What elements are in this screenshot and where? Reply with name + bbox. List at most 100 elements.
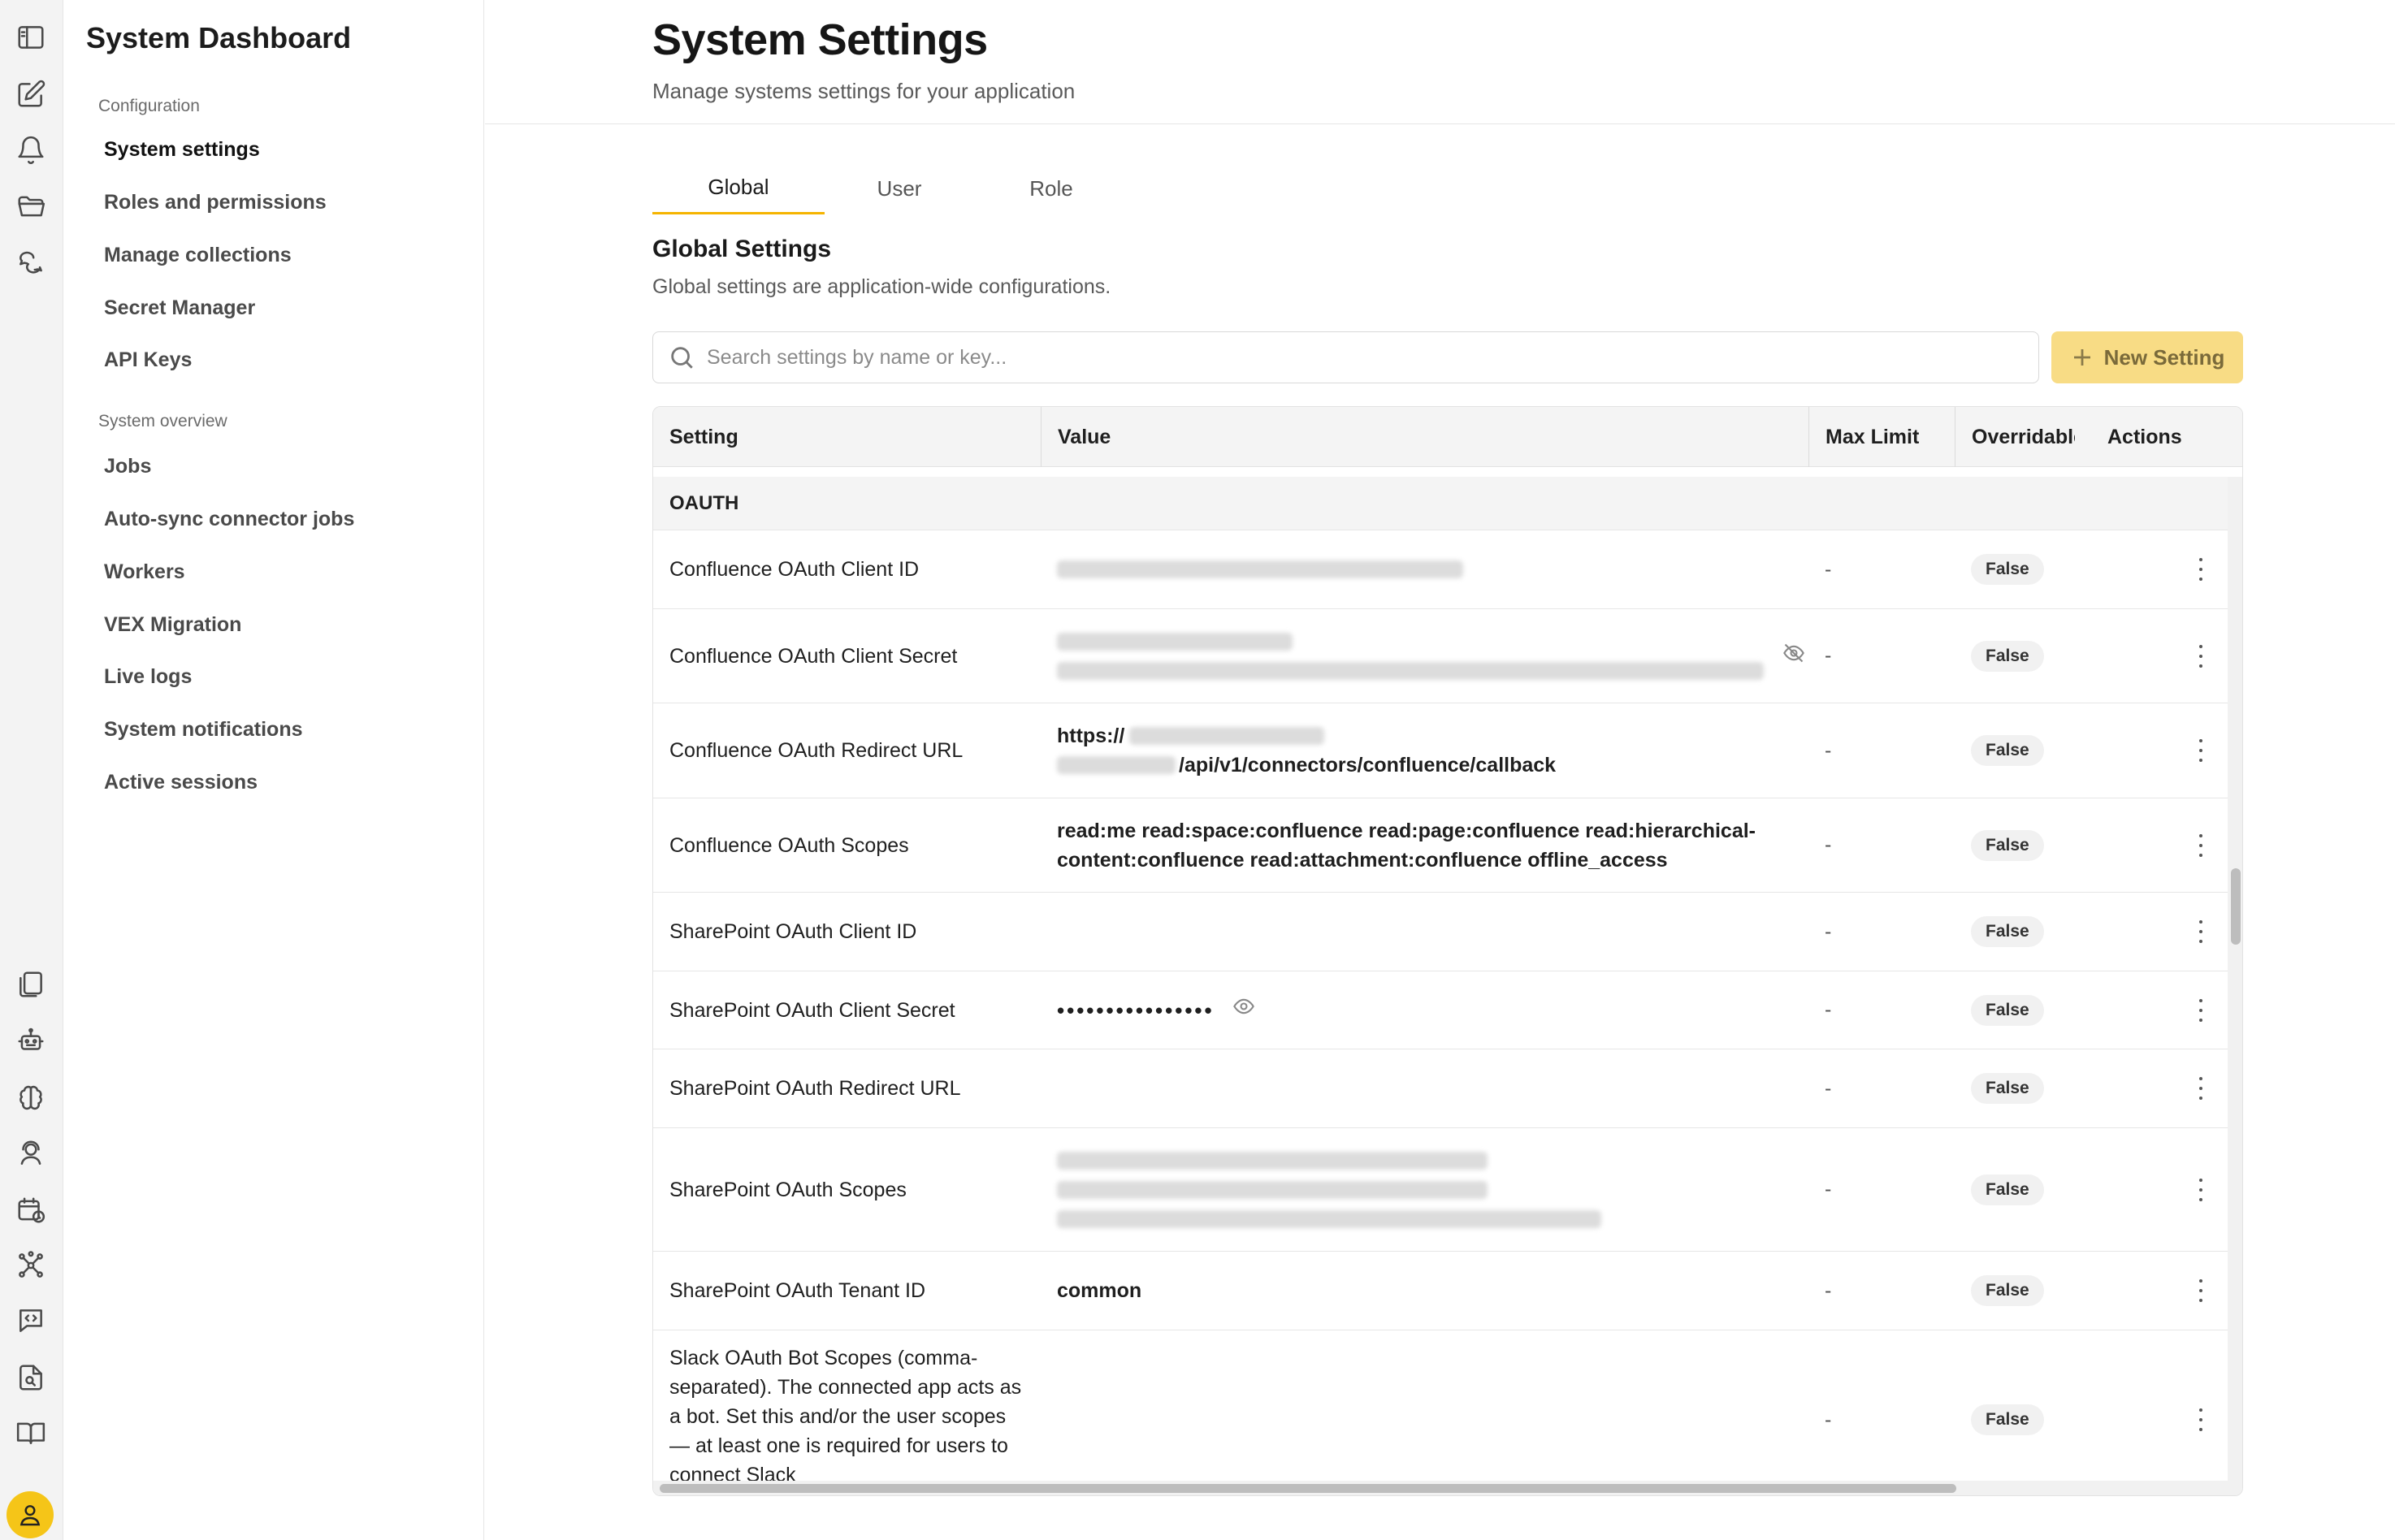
main-content: System Settings Manage systems settings …	[485, 0, 2395, 1540]
table-row[interactable]: SharePoint OAuth Tenant ID common - Fals…	[653, 1252, 2228, 1330]
value-line: read:me read:space:confluence read:page:…	[1057, 819, 1756, 842]
show-secret-icon[interactable]	[1232, 995, 1255, 1026]
settings-tabs: Global User Role	[652, 162, 1107, 214]
setting-name: Confluence OAuth Scopes	[669, 833, 909, 857]
setting-value: common	[1057, 1279, 1142, 1302]
overridable-cell: False	[1971, 798, 2052, 892]
page-subtitle: Manage systems settings for your applica…	[652, 79, 1076, 103]
redacted-value	[1057, 1151, 1488, 1170]
tab-global[interactable]: Global	[652, 162, 825, 214]
row-actions-button[interactable]	[2189, 1330, 2213, 1495]
documents-icon[interactable]	[13, 967, 49, 1002]
robot-icon[interactable]	[13, 1023, 49, 1059]
kebab-menu-icon	[2198, 998, 2204, 1022]
sidebar-item-active-sessions[interactable]: Active sessions	[104, 771, 258, 794]
folder-icon[interactable]	[13, 188, 49, 224]
sidebar-item-workers[interactable]: Workers	[104, 560, 185, 584]
table-row[interactable]: SharePoint OAuth Redirect URL - False	[653, 1049, 2228, 1128]
app-title: System Dashboard	[86, 21, 352, 54]
kebab-menu-icon	[2198, 739, 2204, 762]
vertical-scrollbar[interactable]	[2228, 477, 2242, 1481]
setting-name: SharePoint OAuth Client ID	[669, 920, 917, 943]
redacted-value	[1057, 632, 1293, 651]
setting-name: Confluence OAuth Client Secret	[669, 644, 958, 668]
support-agent-icon[interactable]	[13, 1136, 49, 1171]
table-row[interactable]: Confluence OAuth Client ID - False	[653, 530, 2228, 609]
row-actions-button[interactable]	[2189, 609, 2213, 703]
kebab-menu-icon	[2198, 644, 2204, 668]
row-actions-button[interactable]	[2189, 893, 2213, 971]
setting-name: SharePoint OAuth Client Secret	[669, 998, 955, 1022]
code-message-icon[interactable]	[13, 1303, 49, 1339]
column-header-value[interactable]: Value	[1041, 407, 1808, 467]
row-actions-button[interactable]	[2189, 1049, 2213, 1127]
value-line: content:confluence read:attachment:confl…	[1057, 848, 1668, 872]
table-row[interactable]: Confluence OAuth Client Secret - False	[653, 609, 2228, 703]
sidebar-item-live-logs[interactable]: Live logs	[104, 665, 192, 689]
masked-secret: ••••••••••••••••	[1057, 997, 1215, 1023]
calendar-clock-icon[interactable]	[13, 1192, 49, 1228]
book-icon[interactable]	[13, 1415, 49, 1451]
hide-secret-button[interactable]	[1782, 609, 1810, 703]
max-limit: -	[1825, 1178, 1832, 1200]
setting-value	[1057, 893, 1772, 971]
value-line: /api/v1/connectors/confluence/callback	[1179, 754, 1557, 776]
sidebar-item-secret-manager[interactable]: Secret Manager	[104, 296, 255, 320]
brain-icon[interactable]	[13, 1080, 49, 1116]
tab-user[interactable]: User	[825, 162, 974, 214]
horizontal-scrollbar[interactable]	[653, 1481, 2242, 1495]
sidebar-item-api-keys[interactable]: API Keys	[104, 348, 192, 372]
sidebar-item-vex-migration[interactable]: VEX Migration	[104, 613, 241, 637]
sidebar-item-system-notifications[interactable]: System notifications	[104, 718, 303, 742]
row-actions-button[interactable]	[2189, 798, 2213, 892]
table-row[interactable]: Confluence OAuth Scopes read:me read:spa…	[653, 798, 2228, 893]
column-header-setting[interactable]: Setting	[653, 407, 1041, 467]
row-actions-button[interactable]	[2189, 703, 2213, 798]
overridable-badge: False	[1971, 640, 2044, 672]
row-actions-button[interactable]	[2189, 1252, 2213, 1330]
overridable-cell: False	[1971, 1330, 2052, 1495]
row-actions-button[interactable]	[2189, 1128, 2213, 1251]
edit-icon[interactable]	[13, 76, 49, 112]
sidebar-item-roles-and-permissions[interactable]: Roles and permissions	[104, 191, 327, 214]
overridable-badge: False	[1971, 994, 2044, 1026]
overridable-cell: False	[1971, 1252, 2052, 1330]
sidebar-item-jobs[interactable]: Jobs	[104, 455, 151, 478]
overridable-badge: False	[1971, 829, 2044, 861]
plus-icon	[2073, 349, 2090, 366]
horizontal-scrollbar-thumb[interactable]	[660, 1484, 1956, 1493]
value-line: https://	[1057, 725, 1125, 747]
overridable-cell: False	[1971, 1049, 2052, 1127]
sidebar-toggle-icon[interactable]	[13, 19, 49, 55]
table-row[interactable]: SharePoint OAuth Scopes - False	[653, 1128, 2228, 1252]
vertical-scrollbar-thumb[interactable]	[2231, 868, 2241, 945]
table-row[interactable]: SharePoint OAuth Client Secret •••••••••…	[653, 971, 2228, 1049]
sidebar-item-system-settings[interactable]: System settings	[104, 138, 260, 162]
chat-icon[interactable]	[13, 244, 49, 279]
table-row[interactable]: Slack OAuth Bot Scopes (comma-separated)…	[653, 1330, 2228, 1495]
user-avatar[interactable]	[6, 1491, 54, 1538]
row-actions-button[interactable]	[2189, 971, 2213, 1049]
section-title: Global Settings	[652, 236, 832, 262]
tab-role[interactable]: Role	[974, 162, 1128, 214]
setting-value	[1057, 1128, 1772, 1251]
user-icon	[19, 1505, 41, 1526]
search-box[interactable]	[652, 331, 2039, 383]
overridable-cell: False	[1971, 971, 2052, 1049]
overridable-cell: False	[1971, 1128, 2052, 1251]
search-input[interactable]	[707, 345, 1925, 370]
overridable-badge: False	[1971, 735, 2044, 766]
file-search-icon[interactable]	[13, 1360, 49, 1395]
sidebar-item-manage-collections[interactable]: Manage collections	[104, 244, 292, 267]
network-icon[interactable]	[13, 1248, 49, 1283]
column-header-overridable[interactable]: Overridable	[1955, 407, 2075, 467]
column-header-max-limit[interactable]: Max Limit	[1808, 407, 1955, 467]
table-row[interactable]: SharePoint OAuth Client ID - False	[653, 893, 2228, 971]
table-row[interactable]: Confluence OAuth Redirect URL https:// /…	[653, 703, 2228, 798]
sidebar-item-auto-sync-connector-jobs[interactable]: Auto-sync connector jobs	[104, 508, 354, 531]
bell-icon[interactable]	[13, 132, 49, 168]
row-actions-button[interactable]	[2189, 530, 2213, 608]
eye-off-icon	[1782, 642, 1805, 670]
new-setting-button[interactable]: New Setting	[2051, 331, 2243, 383]
redacted-value	[1057, 560, 1463, 578]
